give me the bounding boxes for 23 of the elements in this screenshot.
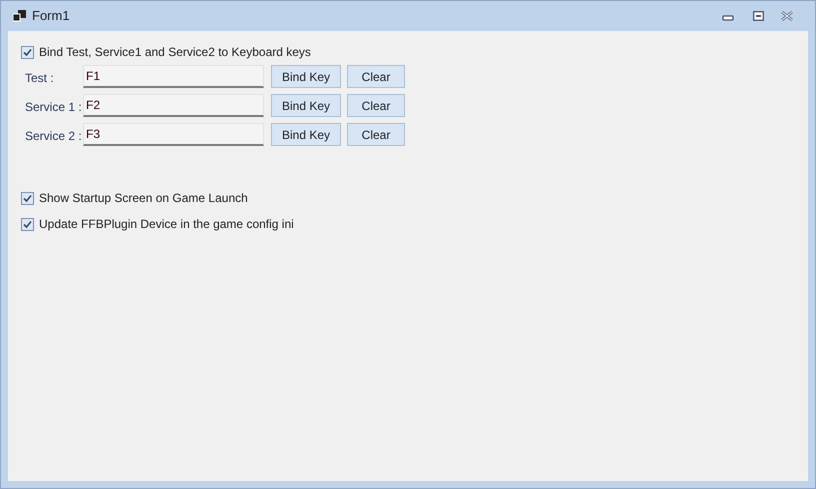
maximize-button[interactable] xyxy=(753,11,764,21)
checkbox-label: Show Startup Screen on Game Launch xyxy=(39,190,248,207)
clear-button[interactable]: Clear xyxy=(347,65,405,88)
key-input-field[interactable]: F3 xyxy=(83,123,264,146)
bind-key-button[interactable]: Bind Key xyxy=(271,123,341,146)
bind-key-button[interactable]: Bind Key xyxy=(271,65,341,88)
close-button[interactable] xyxy=(781,11,793,21)
key-input-field[interactable]: F2 xyxy=(83,94,264,117)
clear-button[interactable]: Clear xyxy=(347,94,405,117)
key-input-field[interactable]: F1 xyxy=(83,65,264,88)
window-title: Form1 xyxy=(32,7,70,26)
checkbox[interactable] xyxy=(21,218,34,230)
field-label: Service 2 : xyxy=(24,128,83,144)
minimize-button[interactable] xyxy=(722,14,734,22)
checkbox-label: Update FFBPlugin Device in the game config ini xyxy=(39,216,294,233)
field-label: Test : xyxy=(24,70,55,86)
field-label: Service 1 : xyxy=(24,98,83,116)
bind-key-button[interactable]: Bind Key xyxy=(271,94,341,117)
checkbox-label: Bind Test, Service1 and Service2 to Keyboard keys xyxy=(39,44,311,61)
clear-button[interactable]: Clear xyxy=(347,123,405,146)
checkbox[interactable] xyxy=(21,46,34,58)
app-icon xyxy=(13,10,26,22)
checkbox[interactable] xyxy=(21,192,34,204)
